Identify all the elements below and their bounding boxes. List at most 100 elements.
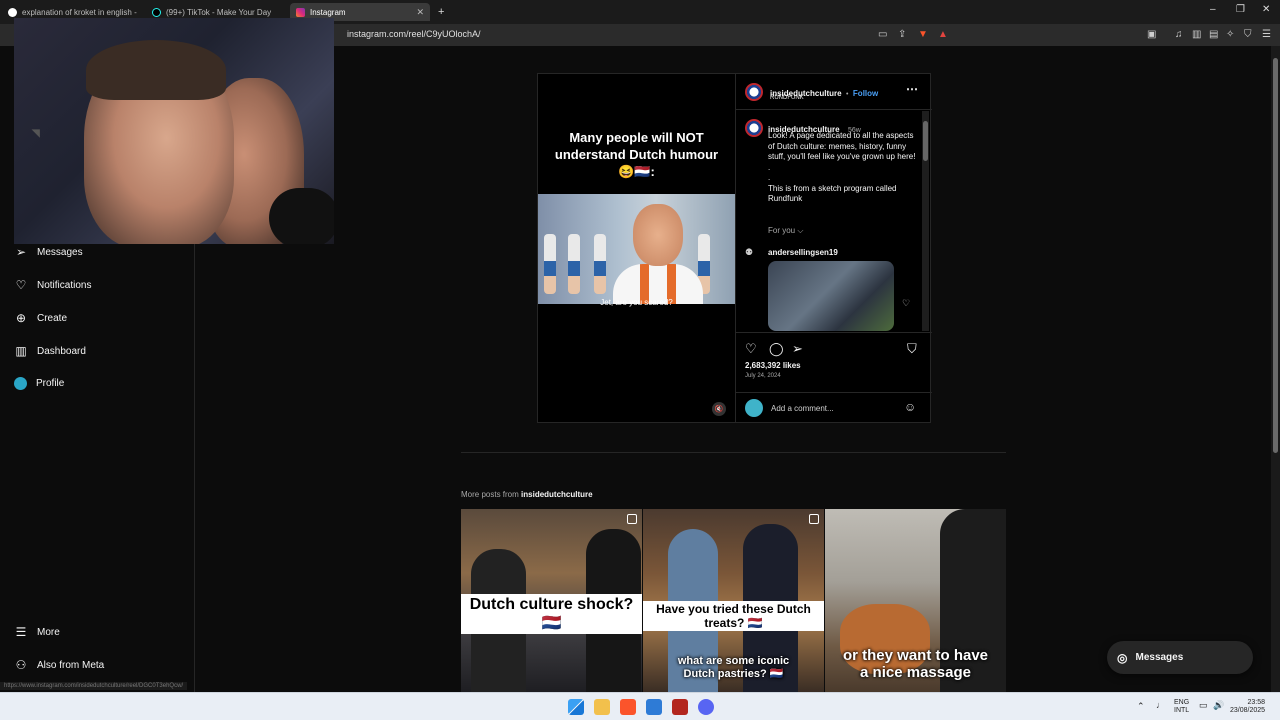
meta-icon: ⚇ [15,658,27,672]
tray-overflow-icon[interactable]: ⌃ [1137,702,1145,711]
plus-square-icon: ⊕ [15,311,27,325]
messenger-icon: ◎ [1117,650,1128,665]
avatar-icon [14,377,27,390]
commenter-avatar[interactable]: ⚉ [745,247,763,265]
comment-image[interactable] [768,261,894,331]
post-side-panel: insidedutchculture • Follow RUNDFUNK ⋯ i… [735,74,932,422]
chart-icon: ▥ [15,344,27,358]
grid-caption: or they want to have a nice massage [842,647,989,681]
discord-icon[interactable] [698,699,714,715]
close-window-icon[interactable]: ✕ [1262,4,1270,15]
post-actions: ♡ ◯ ➢ ⛉ 2,683,392 likes July 24, 2024 [736,332,932,392]
audio-label[interactable]: RUNDFUNK [770,95,804,101]
messages-button[interactable]: ◎ Messages [1107,641,1253,674]
reel-video[interactable]: Many people will NOT understand Dutch hu… [538,74,735,422]
more-post-3[interactable]: or they want to have a nice massage [825,509,1006,692]
screen-icon[interactable]: ▭ [878,29,887,40]
post-date: July 24, 2024 [745,373,781,379]
main-person-face [633,204,683,266]
sidebar-toggle-icon[interactable]: ▣ [1147,29,1156,40]
more-options-icon[interactable]: ⋯ [906,82,918,96]
grid-text-2: Have you tried these Dutch treats? 🇳🇱 [643,601,824,631]
grid-caption: Dutch culture shock? 🇳🇱 [461,594,642,634]
add-comment-input[interactable]: Add a comment... [771,404,834,413]
more-post-2[interactable]: Have you tried these Dutch treats? 🇳🇱 wh… [643,509,824,692]
file-explorer-icon[interactable] [594,699,610,715]
app-icon[interactable] [646,699,662,715]
network-icon[interactable]: ▭ [1199,701,1208,710]
section-divider [461,452,1006,453]
google-icon [8,7,17,17]
sidebar-item-create[interactable]: ⊕ Create [14,311,67,325]
vpn-icon[interactable]: ⛉ [1244,29,1252,40]
sidebar-item-also-from-meta[interactable]: ⚇ Also from Meta [14,658,105,672]
media-app-icon[interactable] [672,699,688,715]
more-post-1[interactable]: Dutch culture shock? 🇳🇱 [461,509,642,692]
new-tab-button[interactable]: + [438,3,450,21]
brave-rewards-icon[interactable]: ▲ [938,29,948,40]
save-icon[interactable]: ⛉ [907,341,917,357]
comment-like-icon[interactable]: ♡ [902,298,910,309]
more-posts-heading: More posts from insidedutchculture [461,490,593,499]
likes-count[interactable]: 2,683,392 likes [745,361,801,370]
reel-icon [809,514,819,524]
for-you-dropdown[interactable]: For you ⌵ [768,226,803,236]
reel-icon [627,514,637,524]
volume-icon[interactable]: 🔊 [1213,701,1224,710]
sidebar-item-more[interactable]: ☰ More [14,625,60,639]
minimize-icon[interactable]: – [1210,4,1216,15]
emoji-icon[interactable]: ☺ [904,400,916,414]
clock[interactable]: 23:58 23/08/2025 [1230,699,1265,715]
background-person [594,234,606,294]
more-posts-account[interactable]: insidedutchculture [521,490,593,499]
sidebar-item-dashboard[interactable]: ▥ Dashboard [14,344,86,358]
menu-icon[interactable]: ☰ [1262,29,1271,40]
microphone-icon[interactable]: ♩ [1156,701,1165,710]
webcam-overlay: ◥ [14,18,334,244]
grid-text-1: Dutch culture shock? 🇳🇱 [461,594,642,634]
music-icon[interactable]: ♫ [1175,29,1183,40]
page-scroll-thumb[interactable] [1273,58,1278,453]
post-header: insidedutchculture • Follow RUNDFUNK ⋯ [736,74,932,110]
sidebar-item-messages[interactable]: ➢ Messages [14,245,83,259]
post-caption: Look! A page dedicated to all the aspect… [768,131,916,203]
user-avatar [745,399,763,417]
comments-scrollbar[interactable] [922,111,929,331]
maximize-icon[interactable]: ❐ [1236,4,1245,15]
caption-author-avatar[interactable] [745,119,763,137]
brave-browser-icon[interactable] [620,699,636,715]
follow-button[interactable]: Follow [853,89,878,98]
comment-icon[interactable]: ◯ [769,341,784,357]
wallet-icon[interactable]: ▤ [1209,29,1218,40]
like-icon[interactable]: ♡ [745,341,757,357]
reader-icon[interactable]: ▥ [1192,29,1201,40]
hair [86,40,226,100]
share-icon[interactable]: ➢ [792,341,803,357]
video-caption-title: Many people will NOT understand Dutch hu… [554,130,719,179]
background-person [544,234,556,294]
page-scrollbar[interactable] [1271,46,1280,692]
status-bar-url: https://www.instagram.com/insidedutchcul… [0,682,188,690]
windows-start-icon[interactable] [568,699,584,715]
scroll-thumb[interactable] [923,121,928,161]
author-avatar[interactable] [745,83,763,101]
tiktok-icon [152,7,161,17]
sidebar-item-profile[interactable]: Profile [14,377,64,390]
heart-icon: ♡ [15,278,27,292]
leo-icon[interactable]: ✧ [1226,29,1234,40]
close-tab-icon[interactable]: ✕ [416,7,424,18]
share-icon[interactable]: ⇪ [898,29,906,40]
video-subtitle: Jet, are you scared? [600,298,673,307]
follow-separator: • [846,91,849,98]
language-indicator[interactable]: ENG INTL [1174,699,1189,715]
commenter-username[interactable]: andersellingsen19 [768,248,838,257]
mute-icon[interactable]: 🔇 [712,402,726,416]
brave-shield-icon[interactable]: ▼ [918,29,928,40]
grid-caption-bottom: what are some iconic Dutch pastries? 🇳🇱 [677,655,790,680]
send-icon: ➢ [15,245,27,259]
video-frame [538,194,735,304]
url-input[interactable]: instagram.com/reel/C9yUOlochA/ [347,29,481,39]
windows-taskbar: ⌃ ♩ ENG INTL ▭ 🔊 23:58 23/08/2025 [0,692,1280,720]
instagram-icon [296,7,305,17]
sidebar-item-notifications[interactable]: ♡ Notifications [14,278,92,292]
